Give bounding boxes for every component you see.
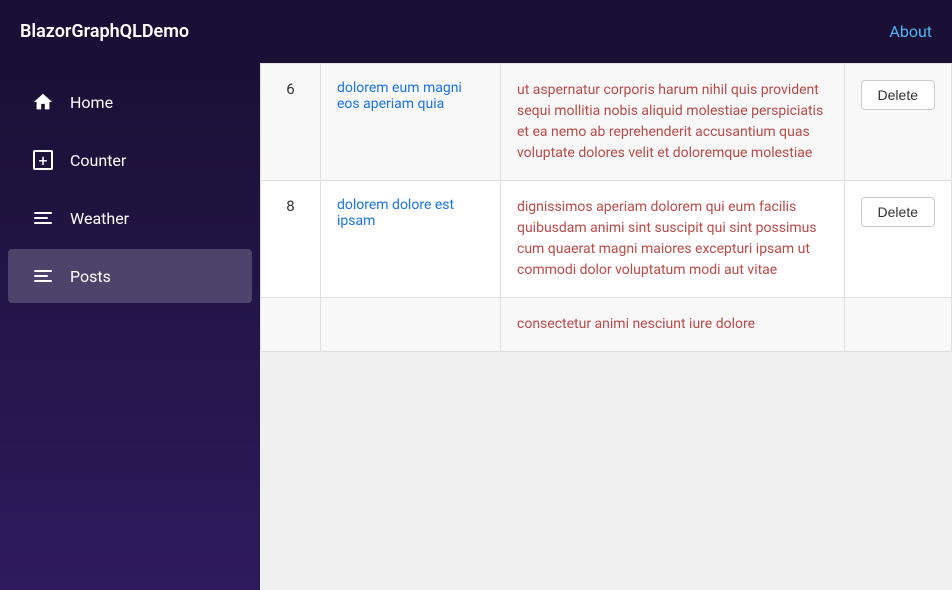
main-layout: Home + Counter Weather Posts: [0, 63, 952, 590]
main-content: 6 dolorem eum magni eos aperiam quia ut …: [260, 63, 952, 590]
cell-action: Delete: [844, 181, 951, 298]
sidebar-item-posts[interactable]: Posts: [8, 249, 252, 303]
cell-title: [321, 298, 501, 352]
sidebar-label-counter: Counter: [70, 151, 126, 170]
sidebar: Home + Counter Weather Posts: [0, 63, 260, 590]
lines-icon-posts: [34, 270, 52, 282]
cell-id: [261, 298, 321, 352]
sidebar-label-weather: Weather: [70, 209, 129, 228]
counter-icon: +: [32, 149, 54, 171]
cell-title: dolorem eum magni eos aperiam quia: [321, 64, 501, 181]
cell-body: consectetur animi nesciunt iure dolore: [501, 298, 845, 352]
plus-box-icon: +: [33, 150, 53, 170]
posts-icon: [32, 265, 54, 287]
delete-button[interactable]: Delete: [861, 197, 935, 227]
lines-icon-weather: [34, 212, 52, 224]
sidebar-label-posts: Posts: [70, 267, 111, 286]
home-icon: [32, 91, 54, 113]
table-row: 8 dolorem dolore est ipsam dignissimos a…: [261, 181, 952, 298]
app-title: BlazorGraphQLDemo: [20, 21, 189, 42]
sidebar-item-weather[interactable]: Weather: [8, 191, 252, 245]
weather-icon: [32, 207, 54, 229]
posts-table: 6 dolorem eum magni eos aperiam quia ut …: [260, 63, 952, 352]
cell-id: 8: [261, 181, 321, 298]
cell-action: Delete: [844, 64, 951, 181]
delete-button[interactable]: Delete: [861, 80, 935, 110]
sidebar-item-home[interactable]: Home: [8, 75, 252, 129]
sidebar-item-counter[interactable]: + Counter: [8, 133, 252, 187]
cell-body: ut aspernatur corporis harum nihil quis …: [501, 64, 845, 181]
about-link[interactable]: About: [889, 22, 932, 41]
table-row: consectetur animi nesciunt iure dolore: [261, 298, 952, 352]
top-navigation: BlazorGraphQLDemo About: [0, 0, 952, 63]
cell-action: [844, 298, 951, 352]
sidebar-label-home: Home: [70, 93, 113, 112]
cell-body: dignissimos aperiam dolorem qui eum faci…: [501, 181, 845, 298]
cell-title: dolorem dolore est ipsam: [321, 181, 501, 298]
cell-id: 6: [261, 64, 321, 181]
table-row: 6 dolorem eum magni eos aperiam quia ut …: [261, 64, 952, 181]
